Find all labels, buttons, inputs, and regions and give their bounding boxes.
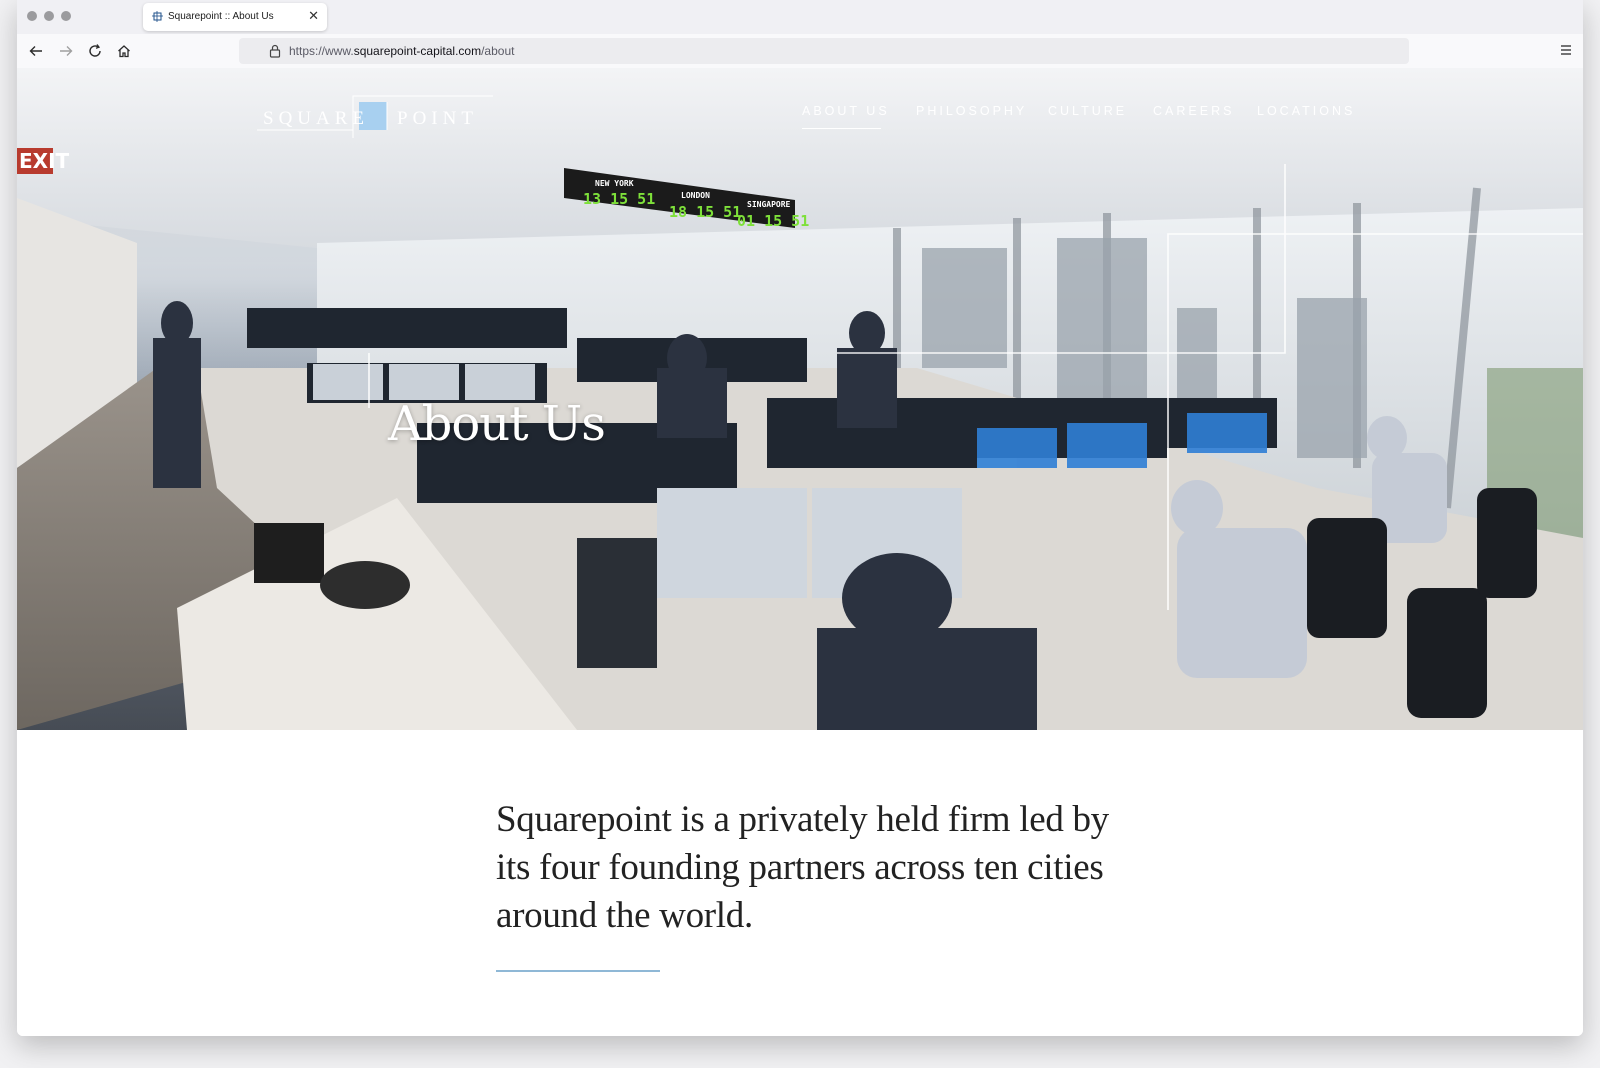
nav-locations[interactable]: LOCATIONS [1257, 104, 1355, 118]
hamburger-menu-icon[interactable] [1559, 43, 1573, 57]
logo-word-square: SQUARE [263, 108, 369, 129]
back-arrow-icon [29, 46, 42, 56]
hero-section: EXIT NEW YORK LONDON SINGAPORE 13 15 51 … [17, 68, 1583, 730]
squarepoint-favicon-icon [152, 11, 163, 22]
forward-button[interactable] [57, 42, 75, 60]
nav-philosophy[interactable]: PHILOSOPHY [916, 104, 1027, 118]
maximize-window-button[interactable] [61, 11, 71, 21]
clock-city-singapore: SINGAPORE [747, 200, 791, 209]
tab-close-icon[interactable]: ✕ [308, 8, 319, 24]
accent-divider [496, 970, 660, 972]
close-window-button[interactable] [27, 11, 37, 21]
forward-arrow-icon [60, 46, 73, 56]
reload-button[interactable] [86, 42, 104, 60]
clock-city-new-york: NEW YORK [595, 179, 634, 188]
address-bar[interactable]: https://www.squarepoint-capital.com/abou… [239, 38, 1409, 64]
minimize-window-button[interactable] [44, 11, 54, 21]
url-domain: squarepoint-capital.com [353, 44, 482, 58]
lock-icon [269, 44, 281, 58]
clock-time-singapore: 01 15 51 [737, 212, 809, 230]
nav-culture[interactable]: CULTURE [1048, 104, 1127, 118]
intro-lead-text: Squarepoint is a privately held firm led… [496, 799, 1109, 936]
home-icon [118, 45, 130, 58]
clock-time-london: 18 15 51 [669, 203, 741, 221]
clock-city-london: LONDON [681, 191, 710, 200]
browser-toolbar: https://www.squarepoint-capital.com/abou… [17, 34, 1583, 68]
clock-time-new-york: 13 15 51 [583, 190, 655, 208]
exit-sign: EXIT [19, 149, 70, 173]
page-title: About Us [388, 396, 606, 452]
url-path: /about [481, 44, 515, 58]
logo-word-point: POINT [397, 108, 478, 129]
back-button[interactable] [27, 42, 45, 60]
nav-careers[interactable]: CAREERS [1153, 104, 1234, 118]
tab-title: Squarepoint :: About Us [168, 11, 274, 22]
nav-active-underline [802, 128, 881, 129]
reload-icon [89, 44, 101, 57]
squarepoint-logo[interactable]: SQUARE POINT [241, 86, 511, 146]
nav-about-us[interactable]: ABOUT US [802, 104, 890, 118]
browser-tab[interactable]: Squarepoint :: About Us ✕ [143, 3, 327, 31]
intro-section: Squarepoint is a privately held firm led… [17, 730, 1583, 1036]
tab-strip: Squarepoint :: About Us ✕ [17, 0, 1583, 34]
office-trading-floor-photo: EXIT NEW YORK LONDON SINGAPORE 13 15 51 … [17, 68, 1583, 730]
window-controls [27, 11, 71, 21]
browser-window: Squarepoint :: About Us ✕ https://www.sq… [17, 0, 1583, 1036]
url-text: https://www.squarepoint-capital.com/abou… [289, 44, 514, 58]
home-button[interactable] [115, 42, 133, 60]
url-prefix: https://www. [289, 44, 354, 58]
